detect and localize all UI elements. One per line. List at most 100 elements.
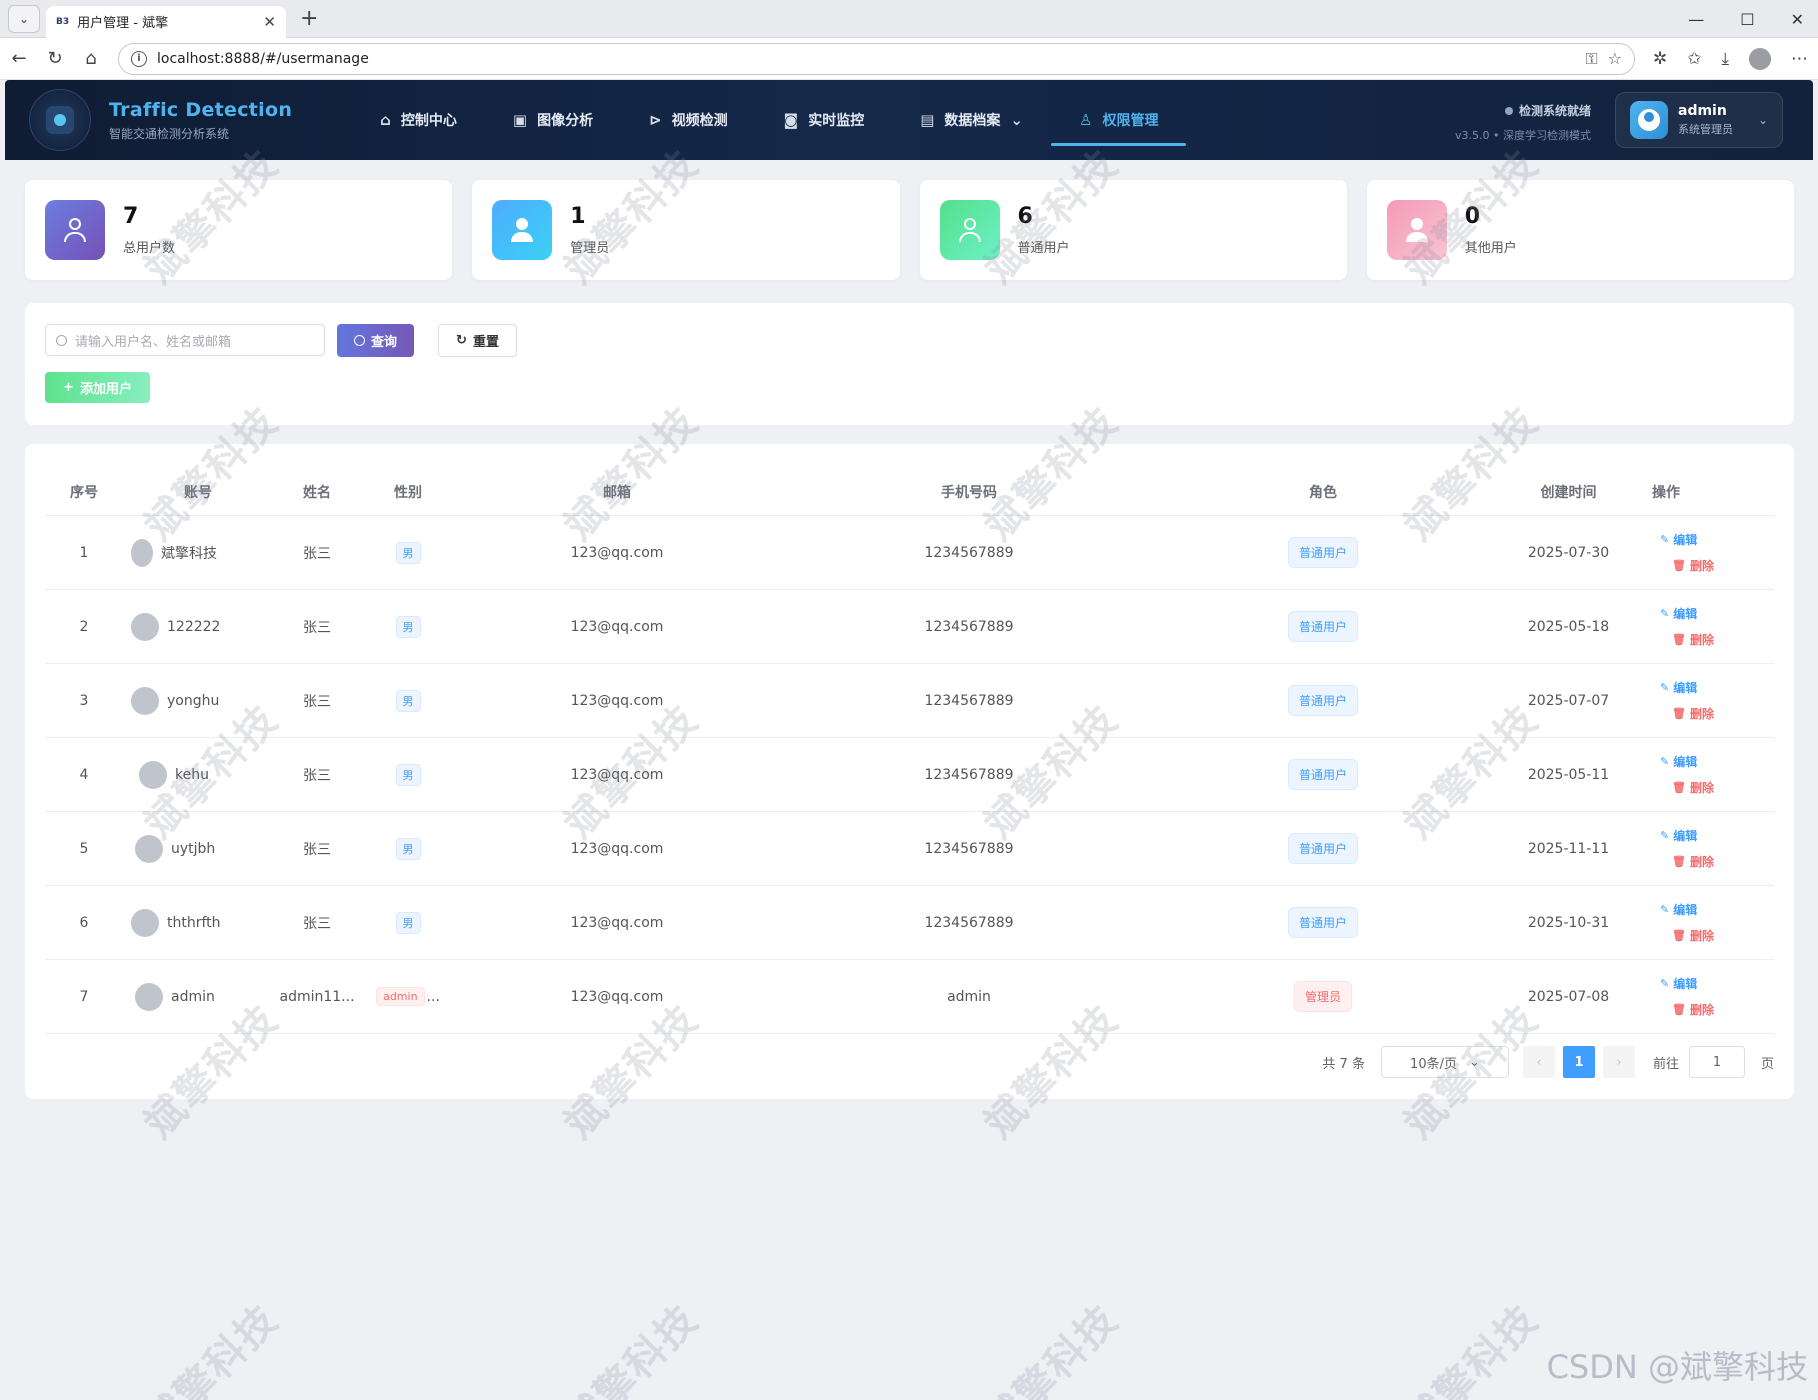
maximize-icon[interactable]: ☐ — [1740, 10, 1754, 29]
users-icon — [45, 200, 105, 260]
favorites-icon[interactable]: ✩ — [1687, 49, 1701, 69]
logo — [29, 89, 91, 151]
chevron-right-icon: › — [1616, 1055, 1622, 1069]
trash-icon: 🗑 — [1672, 855, 1686, 868]
stat-card-admin: 1 管理员 — [472, 180, 900, 280]
edit-button[interactable]: ✎ 编辑 — [1660, 827, 1774, 844]
avatar — [131, 612, 159, 641]
cell-index: 7 — [79, 988, 89, 1005]
cell-email: 123@qq.com — [570, 692, 664, 709]
cell-role: 普通用户 — [1159, 685, 1487, 716]
tab-list-button[interactable]: ⌄ — [8, 4, 40, 33]
back-icon[interactable]: ← — [10, 48, 28, 69]
col-gender: 性别 — [394, 484, 422, 501]
gender-overflow: ... — [426, 988, 440, 1005]
cell-role: 普通用户 — [1159, 833, 1487, 864]
cell-email: 123@qq.com — [570, 544, 664, 561]
edit-button[interactable]: ✎ 编辑 — [1660, 753, 1774, 770]
more-icon[interactable]: ⋯ — [1791, 49, 1808, 69]
nav-live-monitor[interactable]: ◙ 实时监控 — [756, 80, 893, 160]
table-row: 1 斌擎科技 张三 男 123@qq.com 1234567889 普通用户 2… — [45, 516, 1774, 590]
cell-phone: 1234567889 — [924, 544, 1014, 561]
new-tab-icon[interactable]: + — [300, 6, 318, 31]
nav-permissions[interactable]: ♙ 权限管理 — [1051, 80, 1187, 160]
close-window-icon[interactable]: ✕ — [1791, 10, 1804, 29]
cell-role: 管理员 — [1159, 981, 1487, 1012]
page-size-select[interactable]: 10条/页 ⌄ — [1380, 1046, 1509, 1078]
stat-card-normal: 6 普通用户 — [919, 180, 1347, 280]
page-number-1[interactable]: 1 — [1562, 1046, 1595, 1078]
search-icon — [353, 335, 365, 346]
star-icon[interactable]: ☆ — [1608, 49, 1622, 68]
address-bar[interactable]: i localhost:8888/#/usermanage ⚿ ☆ — [118, 42, 1635, 75]
user-name: admin — [1678, 103, 1727, 119]
version-text: v3.5.0 • 深度学习检测模式 — [1455, 129, 1591, 142]
cell-account: uytjbh — [123, 834, 273, 863]
delete-label: 删除 — [1689, 707, 1714, 721]
close-tab-icon[interactable]: ✕ — [263, 13, 276, 31]
prev-page-button[interactable]: ‹ — [1522, 1046, 1555, 1078]
edit-icon: ✎ — [1660, 903, 1670, 916]
col-index: 序号 — [70, 484, 98, 501]
profile-avatar[interactable] — [1749, 47, 1771, 70]
cell-index: 5 — [79, 840, 89, 857]
extensions-icon[interactable]: ✲ — [1653, 49, 1667, 69]
other-user-icon — [1386, 200, 1447, 260]
user-menu[interactable]: admin 系统管理员 ⌄ — [1615, 92, 1783, 148]
avatar — [131, 538, 153, 567]
add-user-button[interactable]: + 添加用户 — [45, 372, 150, 403]
url-text: localhost:8888/#/usermanage — [157, 50, 369, 67]
site-info-icon[interactable]: i — [131, 50, 147, 67]
col-account: 账号 — [184, 484, 212, 501]
delete-button[interactable]: 🗑 删除 — [1672, 853, 1774, 870]
reset-button[interactable]: ↻ 重置 — [438, 324, 517, 357]
image-icon: ▣ — [512, 111, 528, 129]
reload-icon[interactable]: ↻ — [46, 48, 64, 69]
user-icon — [939, 200, 1000, 260]
edit-icon: ✎ — [1660, 607, 1670, 620]
edit-button[interactable]: ✎ 编辑 — [1660, 901, 1774, 918]
role-tag: 管理员 — [1293, 981, 1352, 1012]
cell-actions: ✎ 编辑 🗑 删除 — [1650, 531, 1774, 574]
nav-image-analysis[interactable]: ▣ 图像分析 — [485, 80, 621, 160]
edit-button[interactable]: ✎ 编辑 — [1660, 605, 1774, 622]
nav-video-detection[interactable]: ⊳ 视频检测 — [621, 80, 756, 160]
cell-gender: 男 — [361, 689, 455, 712]
role-tag: 普通用户 — [1287, 611, 1358, 642]
delete-button[interactable]: 🗑 删除 — [1672, 557, 1774, 574]
pagination-total: 共 7 条 — [1322, 1056, 1365, 1072]
query-button[interactable]: 查询 — [337, 324, 414, 357]
key-icon[interactable]: ⚿ — [1585, 49, 1597, 69]
delete-button[interactable]: 🗑 删除 — [1672, 1001, 1774, 1018]
download-icon[interactable]: ⤓ — [1721, 49, 1729, 69]
edit-button[interactable]: ✎ 编辑 — [1660, 975, 1774, 992]
delete-button[interactable]: 🗑 删除 — [1672, 927, 1774, 944]
chevron-down-icon: ⌄ — [1010, 111, 1023, 129]
gender-tag: 男 — [395, 763, 421, 786]
nav-dashboard[interactable]: ⌂ 控制中心 — [352, 80, 485, 160]
delete-button[interactable]: 🗑 删除 — [1672, 631, 1774, 648]
table-row: 5 uytjbh 张三 男 123@qq.com 1234567889 普通用户… — [45, 812, 1774, 886]
cell-account: 斌擎科技 — [123, 538, 273, 567]
search-input[interactable]: 请输入用户名、姓名或邮箱 — [45, 324, 325, 356]
trash-icon: 🗑 — [1672, 633, 1686, 646]
chevron-down-icon: ⌄ — [1468, 1054, 1480, 1070]
watermark: 斌擎科技 — [976, 1296, 1128, 1400]
table-header: 序号 账号 姓名 性别 邮箱 手机号码 角色 创建时间 操作 — [45, 468, 1774, 516]
next-page-button[interactable]: › — [1602, 1046, 1635, 1078]
edit-button[interactable]: ✎ 编辑 — [1660, 531, 1774, 548]
cell-account: admin — [123, 982, 273, 1011]
edit-button[interactable]: ✎ 编辑 — [1660, 679, 1774, 696]
delete-button[interactable]: 🗑 删除 — [1672, 779, 1774, 796]
delete-button[interactable]: 🗑 删除 — [1672, 705, 1774, 722]
cell-name: 张三 — [303, 841, 331, 858]
goto-page-input[interactable]: 1 — [1688, 1046, 1745, 1078]
nav-data-archive[interactable]: ▤ 数据档案 ⌄ — [892, 80, 1051, 160]
home-browser-icon[interactable]: ⌂ — [82, 48, 100, 69]
browser-tab[interactable]: B3 用户管理 - 斌擎 ✕ — [46, 5, 286, 38]
nav-label: 实时监控 — [808, 113, 865, 129]
nav-label: 权限管理 — [1102, 113, 1159, 129]
minimize-icon[interactable]: — — [1688, 10, 1704, 29]
delete-label: 删除 — [1689, 559, 1714, 573]
cell-index: 6 — [79, 914, 89, 931]
